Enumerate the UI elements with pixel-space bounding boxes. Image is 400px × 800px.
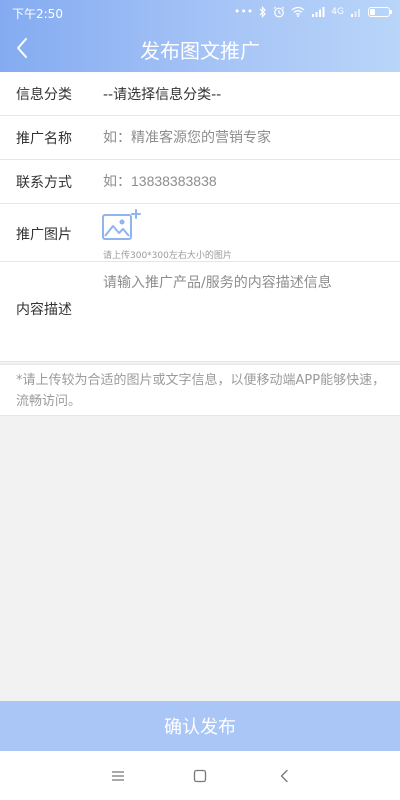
image-upload-hint: 请上传300*300左右大小的图片: [103, 251, 232, 261]
contact-input[interactable]: [103, 168, 383, 194]
description-textarea[interactable]: [103, 272, 383, 352]
nav-menu-button[interactable]: [105, 763, 131, 789]
status-bar: 下午2:50 ••• 4G: [0, 0, 400, 24]
promotion-form: 信息分类 --请选择信息分类-- 推广名称 联系方式 推广图片 请上传300*3…: [0, 72, 400, 362]
signal-icon: [351, 9, 360, 17]
category-label: 信息分类: [16, 87, 72, 103]
name-input[interactable]: [103, 124, 383, 150]
home-icon: [193, 769, 207, 783]
system-nav-bar: [0, 751, 400, 800]
battery-level: [370, 8, 375, 15]
nav-home-button[interactable]: [187, 763, 213, 789]
bluetooth-icon: [259, 5, 267, 18]
wifi-icon: [291, 6, 305, 17]
name-row: 推广名称: [0, 116, 400, 160]
status-time: 下午2:50: [12, 7, 63, 21]
description-row: 内容描述: [0, 262, 400, 362]
name-label: 推广名称: [16, 131, 72, 147]
menu-icon: [112, 771, 124, 781]
signal-type-label: 4G: [331, 6, 344, 17]
signal-icon: [312, 7, 325, 17]
page-title: 发布图文推广: [140, 39, 260, 63]
image-label: 推广图片: [16, 227, 72, 243]
description-label: 内容描述: [16, 302, 72, 318]
nav-back-button[interactable]: [271, 763, 297, 789]
confirm-publish-button[interactable]: 确认发布: [0, 701, 400, 751]
alarm-icon: [273, 6, 285, 17]
upload-tip: *请上传较为合适的图片或文字信息，以便移动端APP能够快速，流畅访问。: [0, 364, 400, 416]
category-select[interactable]: --请选择信息分类--: [103, 84, 221, 104]
contact-label: 联系方式: [16, 175, 72, 191]
image-add-icon: [102, 209, 141, 240]
image-upload-button[interactable]: [101, 209, 141, 243]
status-icons: ••• 4G: [233, 5, 392, 18]
screen: 下午2:50 ••• 4G 发布图文推广 信息分类 --请选择信息分类-- 推广…: [0, 0, 400, 800]
battery-icon: [368, 6, 392, 17]
app-header: 发布图文推广: [0, 24, 400, 72]
category-row[interactable]: 信息分类 --请选择信息分类--: [0, 72, 400, 116]
image-row: 推广图片 请上传300*300左右大小的图片: [0, 204, 400, 262]
top-bar: 下午2:50 ••• 4G 发布图文推广: [0, 0, 400, 72]
dots-icon: •••: [233, 5, 254, 18]
contact-row: 联系方式: [0, 160, 400, 204]
back-icon: [280, 769, 288, 783]
